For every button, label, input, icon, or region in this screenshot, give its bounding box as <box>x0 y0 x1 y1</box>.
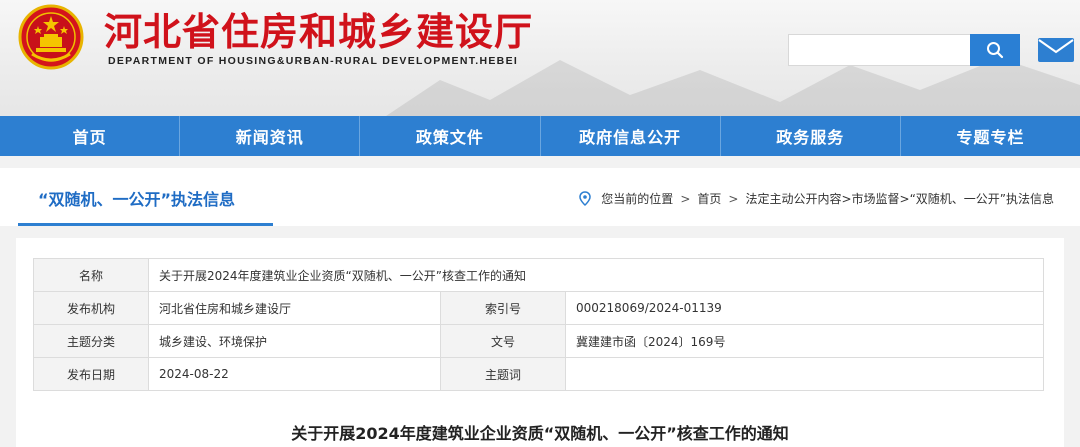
meta-label-index: 索引号 <box>440 291 566 325</box>
search-button[interactable] <box>970 34 1020 66</box>
nav-item-topics[interactable]: 专题专栏 <box>901 116 1080 156</box>
table-row: 发布机构 河北省住房和城乡建设厅 索引号 000218069/2024-0113… <box>33 291 1044 325</box>
search-input[interactable] <box>788 34 971 66</box>
breadcrumb-separator: > <box>680 191 691 206</box>
meta-label-date: 发布日期 <box>33 357 149 391</box>
section-title: “双随机、一公开”执法信息 <box>38 190 236 209</box>
breadcrumb-prefix: 您当前的位置 <box>601 192 674 206</box>
table-row: 发布日期 2024-08-22 主题词 <box>33 357 1044 391</box>
breadcrumb-link-home[interactable]: 首页 <box>697 190 721 207</box>
site-header: 河北省住房和城乡建设厅 DEPARTMENT OF HOUSING&URBAN-… <box>0 0 1080 116</box>
nav-item-policy[interactable]: 政策文件 <box>360 116 541 156</box>
table-row: 主题分类 城乡建设、环境保护 文号 冀建建市函〔2024〕169号 <box>33 324 1044 358</box>
meta-value-name: 关于开展2024年度建筑业企业资质“双随机、一公开”核查工作的通知 <box>148 258 1044 292</box>
meta-label-keywords: 主题词 <box>440 357 566 391</box>
section-band: “双随机、一公开”执法信息 您当前的位置 > 首页 > 法定主动公开内容>市场监… <box>0 168 1080 226</box>
breadcrumb: 您当前的位置 > 首页 > 法定主动公开内容>市场监督>“双随机、一公开”执法信… <box>579 190 1054 207</box>
meta-value-keywords <box>565 357 1044 391</box>
meta-label-name: 名称 <box>33 258 149 292</box>
site-subtitle: DEPARTMENT OF HOUSING&URBAN-RURAL DEVELO… <box>108 55 519 67</box>
meta-label-doc-number: 文号 <box>440 324 566 358</box>
document-meta-table: 名称 关于开展2024年度建筑业企业资质“双随机、一公开”核查工作的通知 发布机… <box>33 258 1044 391</box>
national-emblem-icon <box>18 4 84 70</box>
search-icon <box>987 42 1004 59</box>
meta-value-date: 2024-08-22 <box>148 357 441 391</box>
site-title: 河北省住房和城乡建设厅 <box>104 10 534 54</box>
meta-value-category: 城乡建设、环境保护 <box>148 324 441 358</box>
breadcrumb-separator: > <box>728 191 739 206</box>
content-area: 名称 关于开展2024年度建筑业企业资质“双随机、一公开”核查工作的通知 发布机… <box>16 238 1064 447</box>
nav-item-news[interactable]: 新闻资讯 <box>180 116 361 156</box>
breadcrumb-link-path[interactable]: 法定主动公开内容>市场监督>“双随机、一公开”执法信息 <box>745 190 1054 207</box>
nav-item-services[interactable]: 政务服务 <box>721 116 901 156</box>
document-title: 关于开展2024年度建筑业企业资质“双随机、一公开”核查工作的通知 <box>291 424 789 443</box>
section-underline <box>18 223 273 226</box>
main-nav: 首页 新闻资讯 政策文件 政府信息公开 政务服务 专题专栏 <box>0 116 1080 156</box>
nav-item-home[interactable]: 首页 <box>0 116 181 156</box>
table-row: 名称 关于开展2024年度建筑业企业资质“双随机、一公开”核查工作的通知 <box>33 258 1044 292</box>
meta-value-publisher: 河北省住房和城乡建设厅 <box>148 291 441 325</box>
meta-value-index: 000218069/2024-01139 <box>565 291 1044 325</box>
location-pin-icon <box>579 191 592 206</box>
mail-button[interactable] <box>1036 34 1076 66</box>
meta-value-doc-number: 冀建建市函〔2024〕169号 <box>565 324 1044 358</box>
meta-label-publisher: 发布机构 <box>33 291 149 325</box>
nav-item-gov-info[interactable]: 政府信息公开 <box>541 116 721 156</box>
mail-icon <box>1038 38 1074 62</box>
meta-label-category: 主题分类 <box>33 324 149 358</box>
